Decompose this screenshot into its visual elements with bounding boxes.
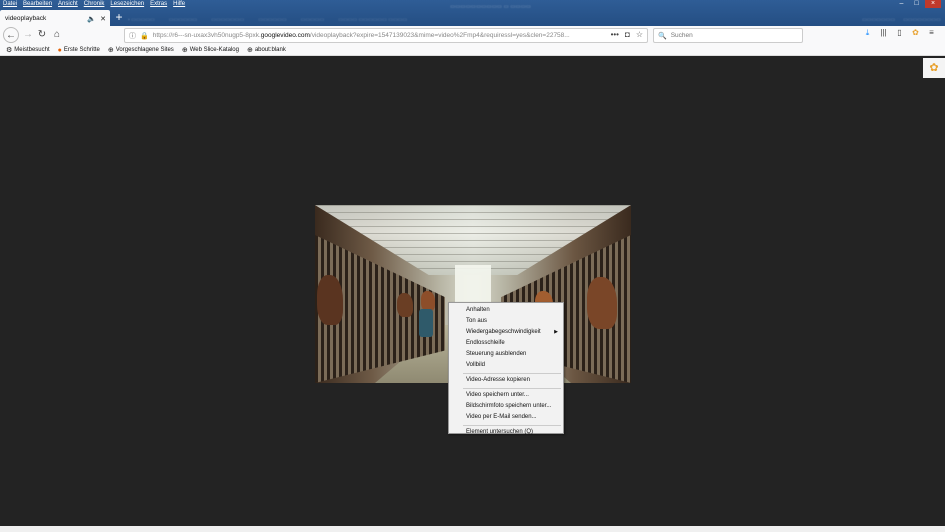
new-tab-button[interactable]: + — [112, 11, 126, 25]
menu-separator — [463, 424, 561, 426]
blurred-user-area: ▭▭▭▭▭▭▭ ▭▭▭▭▭▭▭▭ — [862, 17, 941, 23]
search-input[interactable]: 🔍 Suchen — [653, 28, 803, 43]
bookmark-meistbesucht[interactable]: ⚙ Meistbesucht — [6, 46, 50, 54]
bookmarks-toolbar: ⚙ Meistbesucht ● Erste Schritte ⊕ Vorgeschl… — [0, 45, 945, 56]
info-icon[interactable]: ⓘ — [129, 31, 136, 41]
reload-icon[interactable]: ↻ — [34, 27, 50, 43]
hamburger-menu-icon[interactable]: ≡ — [926, 28, 937, 38]
menu-extras[interactable]: Extras — [147, 0, 170, 9]
extension-icon[interactable]: ✿ — [910, 28, 921, 38]
toolbar-icons: ⤓ ||| ▯ ✿ ≡ — [862, 28, 937, 38]
search-icon: 🔍 — [658, 32, 667, 40]
menu-item-bildschirmfoto-speichern[interactable]: Bildschirmfoto speichern unter... — [449, 401, 563, 412]
blurred-window-title: ▭▭▭▭▭▭▭▭▭▭ ▭ ▭▭▭▭ — [450, 4, 532, 10]
menu-item-anhalten[interactable]: Anhalten — [449, 305, 563, 316]
globe-icon: ⊕ — [246, 47, 253, 54]
bookmark-web-slice-katalog[interactable]: ⊕ Web Slice-Katalog — [182, 46, 239, 54]
menu-lesezeichen[interactable]: Lesezeichen — [107, 0, 147, 9]
horse-head-right — [587, 277, 617, 329]
menu-item-endlosschleife[interactable]: Endlosschleife — [449, 338, 563, 349]
tab-title: videoplayback — [5, 15, 47, 22]
window-bottom-edge — [0, 526, 945, 532]
horse-head-center — [421, 291, 435, 311]
firefox-icon: ● — [57, 46, 62, 54]
video-context-menu: Anhalten Ton aus Wiedergabegeschwindigke… — [448, 302, 564, 435]
menubar: Datei Bearbeiten Ansicht Chronik Lesezei… — [0, 0, 188, 9]
submenu-arrow-icon: ▶ — [554, 329, 558, 335]
url-bar[interactable]: ⓘ 🔒 https://r6---sn-uxax3vh50nugp5-8pxk.… — [124, 28, 648, 43]
url-text[interactable]: https://r6---sn-uxax3vh50nugp5-8pxk.goog… — [153, 32, 603, 39]
menu-separator — [463, 372, 561, 374]
back-icon[interactable]: ← — [3, 27, 19, 43]
blurred-background-tabs: ▪ ▭▭▭▭▭ ▭▭▭▭▭▭ ▭▭▭▭▭▭▭ ▭▭▭▭▭▭ ▭▭▭▭▭ ▭▭▭▭ ▭▭▭▭… — [128, 17, 408, 23]
window-titlebar: Datei Bearbeiten Ansicht Chronik Lesezei… — [0, 0, 945, 27]
menu-item-element-untersuchen[interactable]: Element untersuchen (Q) — [449, 427, 563, 438]
menu-bearbeiten[interactable]: Bearbeiten — [20, 0, 55, 9]
home-icon[interactable]: ⌂ — [49, 27, 65, 43]
globe-icon: ⊕ — [181, 47, 188, 54]
speaker-icon[interactable]: 🔈 — [87, 15, 96, 23]
tab-videoplayback[interactable]: videoplayback 🔈 ✕ — [0, 10, 110, 27]
bookmark-star-icon[interactable]: ☆ — [636, 30, 643, 39]
person-figure — [419, 309, 433, 337]
close-window-icon[interactable]: × — [925, 0, 941, 8]
menu-item-ton-aus[interactable]: Ton aus — [449, 316, 563, 327]
bookmark-erste-schritte[interactable]: ● Erste Schritte — [58, 47, 100, 54]
pocket-icon[interactable]: ◘ — [625, 30, 630, 39]
menu-item-vollbild[interactable]: Vollbild — [449, 360, 563, 371]
maximize-icon[interactable]: □ — [910, 0, 923, 8]
navigation-toolbar: ← → ↻ ⌂ ⓘ 🔒 https://r6---sn-uxax3vh50nug… — [0, 26, 945, 45]
menu-item-video-speichern[interactable]: Video speichern unter... — [449, 390, 563, 401]
extension-side-icon[interactable]: ✿ — [923, 58, 945, 78]
close-icon[interactable]: ✕ — [100, 15, 106, 23]
bookmark-vorgeschlagene-sites[interactable]: ⊕ Vorgeschlagene Sites — [108, 46, 174, 54]
search-placeholder: Suchen — [670, 32, 693, 39]
page-actions-icon[interactable]: ••• — [611, 30, 619, 39]
library-icon[interactable]: ||| — [878, 28, 889, 38]
sidebar-icon[interactable]: ▯ — [894, 28, 905, 38]
menu-item-steuerung-ausblenden[interactable]: Steuerung ausblenden — [449, 349, 563, 360]
menu-item-video-adresse-kopieren[interactable]: Video-Adresse kopieren — [449, 375, 563, 386]
menu-chronik[interactable]: Chronik — [81, 0, 108, 9]
menu-item-video-per-email[interactable]: Video per E-Mail senden... — [449, 412, 563, 423]
lock-icon[interactable]: 🔒 — [140, 32, 149, 40]
menu-separator — [463, 387, 561, 389]
bookmark-about-blank[interactable]: ⊕ about:blank — [247, 46, 286, 54]
globe-icon: ⊕ — [107, 47, 114, 54]
download-icon[interactable]: ⤓ — [862, 28, 873, 38]
menu-hilfe[interactable]: Hilfe — [170, 0, 188, 9]
window-controls: – □ × — [895, 0, 941, 8]
minimize-icon[interactable]: – — [895, 0, 908, 8]
menu-ansicht[interactable]: Ansicht — [55, 0, 81, 9]
gear-icon: ⚙ — [6, 47, 13, 54]
menu-datei[interactable]: Datei — [0, 0, 20, 9]
horse-head-left-2 — [397, 293, 413, 317]
horse-head-left — [317, 275, 343, 325]
menu-item-wiedergabegeschwindigkeit[interactable]: Wiedergabegeschwindigkeit ▶ — [449, 327, 563, 338]
